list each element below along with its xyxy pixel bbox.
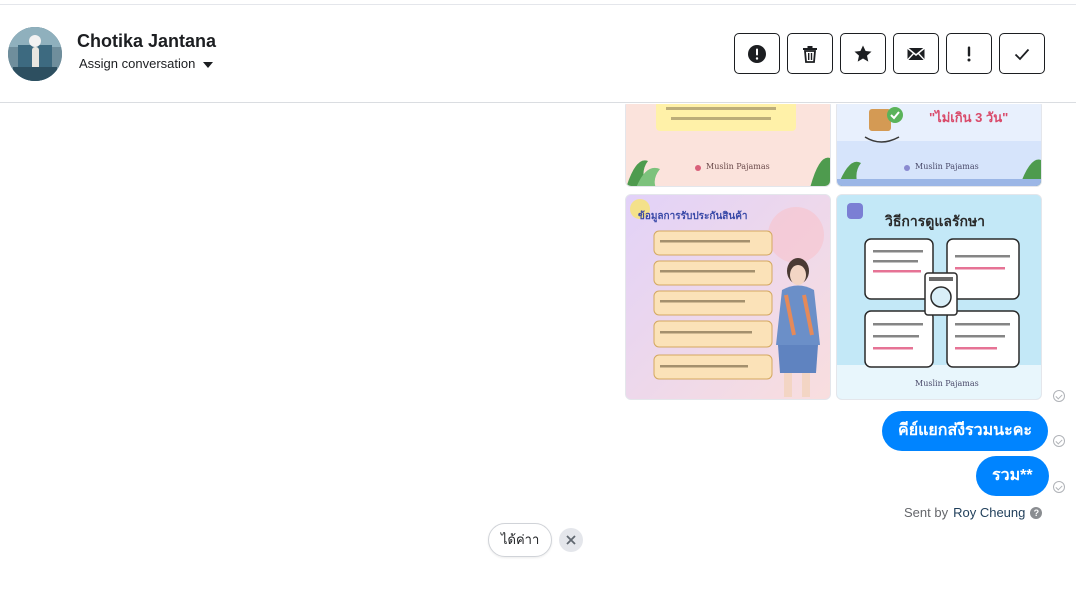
- alert-circle-icon: [748, 44, 766, 63]
- follow-up-button[interactable]: [946, 33, 992, 74]
- image-title: ข้อมูลการรับประกันสินค้า: [638, 211, 748, 222]
- assign-label: Assign conversation: [79, 56, 196, 71]
- trash-icon: [803, 45, 817, 63]
- image-brand-caption: Muslin Pajamas: [706, 162, 770, 171]
- pajamas-promo-image: [626, 104, 830, 186]
- help-icon[interactable]: ?: [1030, 506, 1043, 519]
- sent-by-author[interactable]: Roy Cheung: [953, 505, 1025, 520]
- warranty-info-image: [626, 195, 830, 399]
- quick-reply-chip[interactable]: ได้ค่าา: [488, 523, 553, 557]
- avatar[interactable]: [8, 27, 62, 81]
- close-icon: [566, 535, 576, 545]
- exclamation-icon: [967, 46, 971, 61]
- image-attachment-2[interactable]: "ไม่เกิน 3 วัน" Muslin Pajamas: [836, 104, 1042, 187]
- conversation-header: Chotika Jantana Assign conversation: [0, 5, 1076, 103]
- image-brand-caption: Muslin Pajamas: [915, 162, 979, 171]
- seen-check-icon: [1053, 481, 1065, 493]
- checkmark-icon: [1014, 48, 1030, 60]
- seen-check-icon: [1053, 435, 1065, 447]
- image-title: วิธีการดูแลรักษา: [885, 213, 986, 229]
- assign-conversation-dropdown[interactable]: Assign conversation: [79, 56, 214, 71]
- image-headline: "ไม่เกิน 3 วัน": [929, 110, 1009, 125]
- delete-button[interactable]: [787, 33, 833, 74]
- sent-by-prefix: Sent by: [904, 505, 949, 520]
- image-attachment-4[interactable]: วิธีการดูแลรักษา Muslin Pajamas: [836, 194, 1042, 400]
- image-brand-caption: Muslin Pajamas: [915, 379, 979, 388]
- close-quick-reply-button[interactable]: [559, 528, 583, 552]
- envelope-icon: [907, 46, 925, 60]
- message-bubble[interactable]: รวม**: [976, 456, 1049, 496]
- seen-check-icon: [1053, 390, 1065, 402]
- star-icon: [854, 45, 872, 62]
- message-bubble[interactable]: คีย์แยกส่งีรวมนะคะ: [882, 411, 1048, 451]
- mark-unread-button[interactable]: [893, 33, 939, 74]
- mark-done-button[interactable]: [999, 33, 1045, 74]
- contact-name: Chotika Jantana: [77, 31, 217, 51]
- image-attachment-1[interactable]: Muslin Pajamas: [625, 104, 831, 187]
- image-attachment-3[interactable]: ข้อมูลการรับประกันสินค้า: [625, 194, 831, 400]
- header-actions: [734, 33, 1045, 74]
- caret-down-icon: [203, 61, 214, 68]
- star-button[interactable]: [840, 33, 886, 74]
- spam-button[interactable]: [734, 33, 780, 74]
- message-thread[interactable]: Muslin Pajamas "ไม่เกิน 3 วัน" Muslin Pa…: [0, 104, 1076, 601]
- sent-by-label: Sent by Roy Cheung ?: [904, 505, 1043, 520]
